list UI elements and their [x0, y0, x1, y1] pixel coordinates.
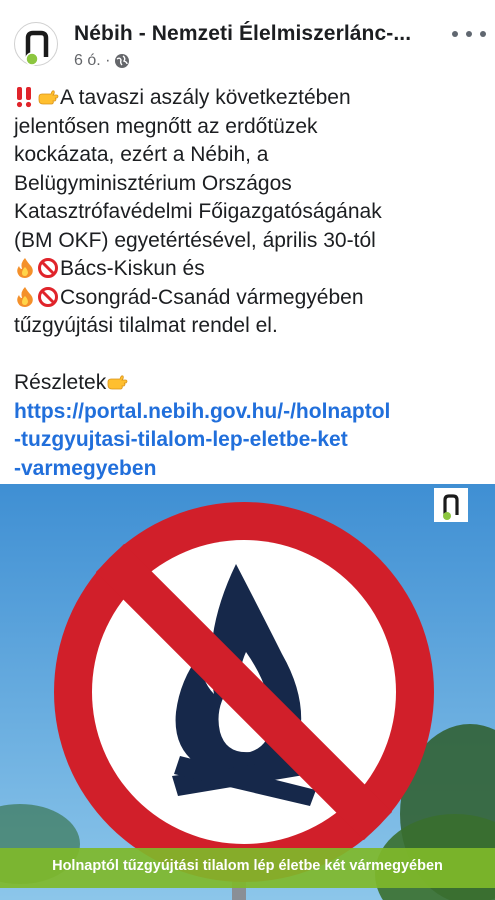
prohibited-icon [38, 258, 58, 278]
post-line: Részletek [14, 369, 484, 398]
nebih-logo-icon [25, 30, 49, 66]
post-blank-line [14, 341, 484, 370]
more-dot [466, 31, 472, 37]
post-line-text: A tavaszi aszály következtében [60, 86, 351, 109]
pointing-hand-icon [107, 375, 128, 390]
page-name-link[interactable]: Nébih - Nemzeti Élelmiszerlánc-... [74, 22, 411, 46]
more-dot [452, 31, 458, 37]
post-link[interactable]: -varmegyeben [14, 455, 484, 484]
nebih-logo-icon [443, 494, 459, 520]
post-line-text: Részletek [14, 371, 107, 394]
post-line: Belügyminisztérium Országos [14, 171, 292, 195]
page-avatar[interactable] [14, 22, 58, 66]
post-line: A tavaszi aszály következtében [14, 84, 484, 113]
post-line: (BM OKF) egyetértésével, április 30-tól [14, 228, 376, 252]
more-options-button[interactable] [452, 24, 486, 44]
post-text: A tavaszi aszály következtében jelentőse… [14, 84, 484, 483]
post-line: tűzgyújtási tilalmat rendel el. [14, 314, 278, 337]
image-logo [434, 488, 468, 522]
fire-icon [17, 258, 33, 278]
globe-icon [115, 54, 130, 68]
fire-prohibition-sign-image [0, 484, 495, 900]
double-exclamation-icon [16, 87, 32, 108]
pointing-hand-icon [38, 90, 59, 105]
post-meta: 6 ó. · [74, 52, 130, 70]
post-time[interactable]: 6 ó. · [74, 52, 110, 70]
post-line-text: Csongrád-Csanád vármegyében [60, 285, 364, 309]
post-header: Nébih - Nemzeti Élelmiszerlánc-... 6 ó. … [0, 0, 495, 80]
post-image[interactable] [0, 484, 495, 900]
fire-icon [17, 286, 33, 307]
more-dot [480, 31, 486, 37]
post-line: Bács-Kiskun és [14, 255, 484, 284]
post-line-text: Bács-Kiskun és [60, 257, 205, 280]
prohibited-icon [38, 286, 58, 307]
post-line: Csongrád-Csanád vármegyében [14, 284, 484, 313]
post-link[interactable]: -tuzgyujtasi-tilalom-lep-eletbe-ket [14, 426, 484, 455]
post-line: jelentősen megnőtt az erdőtüzek [14, 114, 318, 138]
image-banner-text: Holnaptól tűzgyújtási tilalom lép életbe… [52, 858, 443, 874]
post-line: Katasztrófavédelmi Főigazgatóságának [14, 200, 382, 223]
post-link[interactable]: https://portal.nebih.gov.hu/-/holnaptol [14, 398, 484, 427]
post-line: kockázata, ezért a Nébih, a [14, 143, 269, 166]
